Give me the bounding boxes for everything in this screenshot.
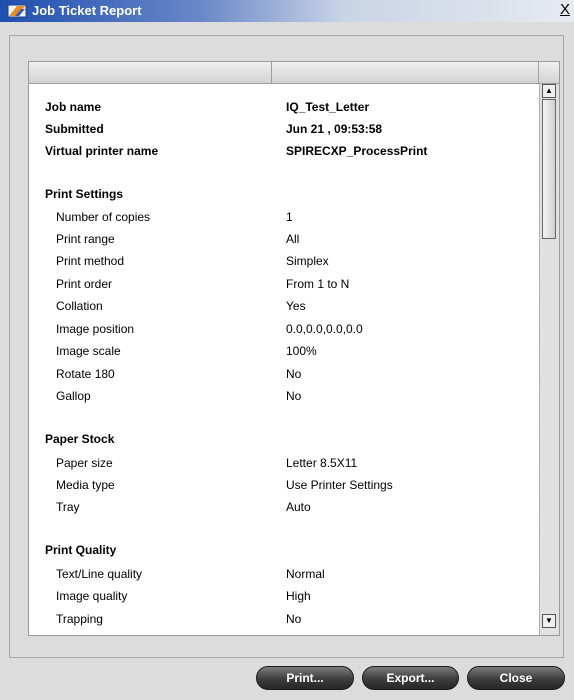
export-button[interactable]: Export...	[362, 666, 459, 690]
setting-value: Use Printer Settings	[286, 478, 393, 492]
section-title: Paper Stock	[45, 432, 115, 446]
job-name-label: Job name	[45, 100, 102, 114]
close-icon[interactable]: X	[558, 2, 572, 18]
section-title: Print Quality	[45, 543, 117, 557]
column-header-1[interactable]	[29, 62, 272, 84]
setting-label: Number of copies	[56, 210, 151, 224]
setting-value: No	[286, 367, 302, 381]
list-item: Number of copies 1	[29, 207, 539, 229]
setting-value: Auto	[286, 500, 311, 514]
scrollbar-thumb[interactable]	[542, 99, 556, 239]
vertical-scrollbar[interactable]: ▲ ▼	[539, 84, 559, 635]
list-item: Image quality High	[29, 586, 539, 608]
scroll-up-arrow-icon[interactable]: ▲	[542, 84, 556, 98]
setting-value: No	[286, 389, 302, 403]
setting-value: High	[286, 589, 311, 603]
setting-value: Simplex	[286, 254, 329, 268]
list-item: Rotate 180 No	[29, 364, 539, 386]
setting-value: Letter 8.5X11	[286, 456, 358, 470]
setting-label: Rotate 180	[56, 367, 115, 381]
setting-label: Media type	[56, 478, 115, 492]
column-header-corner	[539, 62, 559, 84]
setting-value: All	[286, 232, 300, 246]
setting-value: 100%	[286, 344, 317, 358]
setting-label: Image quality	[56, 589, 128, 603]
list-item: Gallop No	[29, 386, 539, 408]
list-item: Image scale 100%	[29, 341, 539, 363]
section-print-settings: Print Settings	[29, 184, 539, 206]
section-title: Print Settings	[45, 187, 124, 201]
setting-value: Normal	[286, 567, 325, 581]
list-item: Collation Yes	[29, 296, 539, 318]
setting-label: Print method	[56, 254, 125, 268]
row-virtual-printer: Virtual printer name SPIRECXP_ProcessPri…	[29, 141, 539, 163]
row-job-name: Job name IQ_Test_Letter	[29, 97, 539, 119]
scroll-down-arrow-icon[interactable]: ▼	[542, 614, 556, 628]
setting-label: Image scale	[56, 344, 121, 358]
setting-label: Paper size	[56, 456, 113, 470]
list-item: Print method Simplex	[29, 251, 539, 273]
column-header-2[interactable]	[272, 62, 539, 84]
setting-label: Collation	[56, 299, 103, 313]
setting-value: 0.0,0.0,0.0,0.0	[286, 322, 363, 336]
app-icon	[7, 4, 27, 18]
setting-label: Text/Line quality	[56, 567, 143, 581]
list-item: Paper size Letter 8.5X11	[29, 453, 539, 475]
list-item: Text/Line quality Normal	[29, 564, 539, 586]
list-item: Tray Auto	[29, 497, 539, 519]
setting-value: 1	[286, 210, 293, 224]
button-bar: Print... Export... Close	[0, 660, 574, 700]
setting-label: Trapping	[56, 612, 103, 626]
setting-value: No	[286, 612, 302, 626]
report-table: Job name IQ_Test_Letter Submitted Jun 21…	[28, 61, 560, 636]
print-button[interactable]: Print...	[256, 666, 354, 690]
setting-label: Image position	[56, 322, 135, 336]
list-item: Trapping No	[29, 609, 539, 631]
section-print-quality: Print Quality	[29, 540, 539, 562]
list-item: Print range All	[29, 229, 539, 251]
setting-label: Gallop	[56, 389, 91, 403]
list-item: Media type Use Printer Settings	[29, 475, 539, 497]
title-bar[interactable]: Job Ticket Report X	[0, 0, 574, 22]
setting-label: Print range	[56, 232, 115, 246]
job-name-value: IQ_Test_Letter	[286, 100, 370, 114]
list-item: Print order From 1 to N	[29, 274, 539, 296]
job-ticket-report-window: Job Ticket Report X Job name IQ_Test_Let…	[0, 0, 574, 700]
submitted-label: Submitted	[45, 122, 104, 136]
submitted-value: Jun 21 , 09:53:58	[286, 122, 383, 136]
row-submitted: Submitted Jun 21 , 09:53:58	[29, 119, 539, 141]
section-paper-stock: Paper Stock	[29, 429, 539, 451]
setting-label: Tray	[56, 500, 80, 514]
setting-value: From 1 to N	[286, 277, 350, 291]
list-item: Image position 0.0,0.0,0.0,0.0	[29, 319, 539, 341]
window-title: Job Ticket Report	[32, 3, 142, 18]
virtual-printer-value: SPIRECXP_ProcessPrint	[286, 144, 428, 158]
setting-value: Yes	[286, 299, 306, 313]
setting-label: Print order	[56, 277, 113, 291]
close-button[interactable]: Close	[467, 666, 565, 690]
virtual-printer-label: Virtual printer name	[45, 144, 159, 158]
